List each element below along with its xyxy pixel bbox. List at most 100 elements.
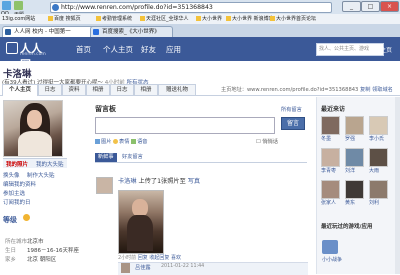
nav-link-apps[interactable]: 应用	[166, 44, 181, 55]
app-name[interactable]: 小小战争	[322, 256, 342, 263]
smiley-icon	[113, 139, 119, 144]
tab-gift[interactable]: 赠送礼物	[158, 84, 196, 95]
link-subscribe[interactable]: 订阅我的日	[3, 198, 31, 206]
visitor-avatar[interactable]	[345, 180, 364, 199]
folder-icon	[96, 16, 101, 21]
folder-icon	[48, 16, 53, 21]
tab-my-photos[interactable]: 我的照片	[6, 160, 28, 168]
reply-link[interactable]: 回复	[138, 255, 148, 261]
comment-user[interactable]: 吕佳露	[135, 264, 151, 271]
image-icon	[95, 139, 100, 144]
guestbook-send-button[interactable]: 留言	[281, 117, 305, 130]
tab-friend-messages[interactable]: 好友留言	[119, 153, 146, 162]
visitor-avatar[interactable]	[345, 148, 364, 167]
visitor-avatar[interactable]	[321, 148, 340, 167]
close-button[interactable]: ×	[380, 1, 399, 12]
browser-tab-label: 人人网 校内 - 中国第一	[14, 29, 71, 35]
info-value: 北京市	[27, 239, 44, 245]
visitor-avatar[interactable]	[369, 180, 388, 199]
folder-icon[interactable]	[14, 1, 23, 10]
bookmark-item[interactable]: 大小世界 新浪博客	[226, 15, 274, 22]
tab-profile-home[interactable]: 个人主页	[2, 84, 38, 96]
visitor-name[interactable]: 李小氏	[369, 135, 384, 142]
guestbook-input[interactable]	[95, 117, 275, 134]
visitor-name[interactable]: 黄东	[345, 199, 355, 206]
nav-link-main[interactable]: 主页	[380, 45, 392, 54]
info-hometown: 家乡 北京 朝阳区	[5, 255, 56, 263]
link-change-avatar[interactable]: 换头像	[3, 171, 20, 179]
bookmark-label: 13ig.com网站	[2, 16, 36, 22]
minimize-button[interactable]: _	[342, 1, 361, 12]
tab-album-2[interactable]: 相册	[134, 84, 158, 95]
copy-url-link[interactable]: 复制	[360, 87, 370, 93]
tab-my-avatar[interactable]: 我的大头贴	[36, 160, 64, 168]
page-scrollbar[interactable]	[395, 97, 400, 274]
visitor-name[interactable]: 张家人	[321, 199, 336, 206]
baidu-favicon	[93, 29, 99, 35]
bookmark-item[interactable]: 考勤管理系统	[96, 15, 132, 22]
recent-apps-title: 最近玩过的游戏/应用	[321, 224, 373, 230]
bookmark-item[interactable]: 大小世界	[196, 15, 222, 22]
private-message-toggle[interactable]: ☐ 悄悄话	[256, 138, 278, 145]
tool-label: 语音	[137, 139, 148, 145]
feed-album-link[interactable]: 写真	[188, 178, 200, 185]
visitor-name[interactable]: 李青枣	[321, 167, 336, 174]
homepage-url-text: 主页地址：www.renren.com/profile.do?id=351368…	[221, 87, 359, 93]
feed-photo[interactable]	[118, 190, 164, 254]
grade-star-icon	[23, 214, 30, 221]
visitor-name[interactable]: 大雨	[369, 167, 379, 174]
nav-link-home[interactable]: 首页	[76, 44, 91, 55]
visitor-avatar[interactable]	[369, 116, 388, 135]
bookmark-item[interactable]: 天涯社区_全球华人	[140, 15, 189, 22]
comment-avatar[interactable]	[121, 263, 130, 273]
grade-label: 等级	[3, 216, 17, 224]
logo-mark-icon	[6, 42, 18, 54]
address-url[interactable]: http://www.renren.com/profile.do?id=3513…	[61, 4, 213, 11]
bookmark-item[interactable]: 13ig.com网站	[2, 15, 35, 22]
info-key: 家乡	[5, 257, 17, 263]
visitor-name[interactable]: 刘利	[369, 199, 379, 206]
link-edit-profile[interactable]: 编辑我的资料	[3, 180, 36, 188]
visitor-name[interactable]: 罗强	[345, 135, 355, 142]
game-icon[interactable]	[322, 240, 338, 254]
tab-info[interactable]: 资料	[62, 84, 86, 95]
tab-blog[interactable]: 日志	[38, 84, 62, 95]
tab-blog-2[interactable]: 日志	[110, 84, 134, 95]
visitor-avatar[interactable]	[321, 180, 340, 199]
attach-image-button[interactable]: 图片	[95, 139, 111, 145]
bookmark-label: 天涯社区_全球华人	[146, 16, 189, 22]
link-make-avatar[interactable]: 制作大头贴	[27, 171, 55, 179]
folder-icon	[270, 16, 275, 21]
nav-link-friends[interactable]: 好友	[141, 44, 156, 55]
like-link[interactable]: 喜欢	[171, 255, 181, 261]
feed-tabs: 新鲜事 好友留言	[95, 153, 307, 163]
address-bar[interactable]: http://www.renren.com/profile.do?id=3513…	[50, 2, 332, 13]
nav-link-profile[interactable]: 个人主页	[103, 44, 133, 55]
tab-album[interactable]: 相册	[86, 84, 110, 95]
all-messages-link[interactable]: 所有留言	[281, 106, 302, 113]
info-value: 1986－16-16天秤座	[27, 248, 79, 254]
qq-icon[interactable]	[2, 1, 11, 10]
feed-avatar[interactable]	[96, 177, 113, 194]
visitor-name[interactable]: 刘洋	[345, 167, 355, 174]
maximize-button[interactable]: □	[361, 1, 380, 12]
browser-tab-strip: 人人网 校内 - 中国第一 百度搜索_《大小世界》	[0, 24, 400, 38]
profile-photo[interactable]	[3, 100, 63, 157]
folder-icon	[140, 16, 145, 21]
visitor-avatar[interactable]	[345, 116, 364, 135]
feed-user-link[interactable]: 卡洛琳	[118, 178, 137, 185]
voice-button[interactable]: 语音	[131, 139, 147, 145]
visitor-name[interactable]: 冬墨	[321, 135, 331, 142]
search-input[interactable]	[316, 43, 384, 56]
photo-body	[18, 131, 52, 156]
visitor-avatar[interactable]	[369, 148, 388, 167]
collapse-replies-link[interactable]: 收起回复	[149, 255, 169, 261]
bookmark-item[interactable]: 百度 搜狐页	[48, 15, 81, 22]
link-join[interactable]: 参加主选	[3, 189, 25, 197]
claim-domain-link[interactable]: 领取域名	[372, 87, 393, 93]
visitor-avatar[interactable]	[321, 116, 340, 135]
bookmark-item[interactable]: 大小世界首页论坛	[270, 15, 316, 22]
tab-news-feed[interactable]: 新鲜事	[95, 153, 117, 162]
renren-logo[interactable]: 人人网 renren.com	[6, 41, 50, 71]
emoticon-button[interactable]: 表情	[113, 139, 129, 145]
